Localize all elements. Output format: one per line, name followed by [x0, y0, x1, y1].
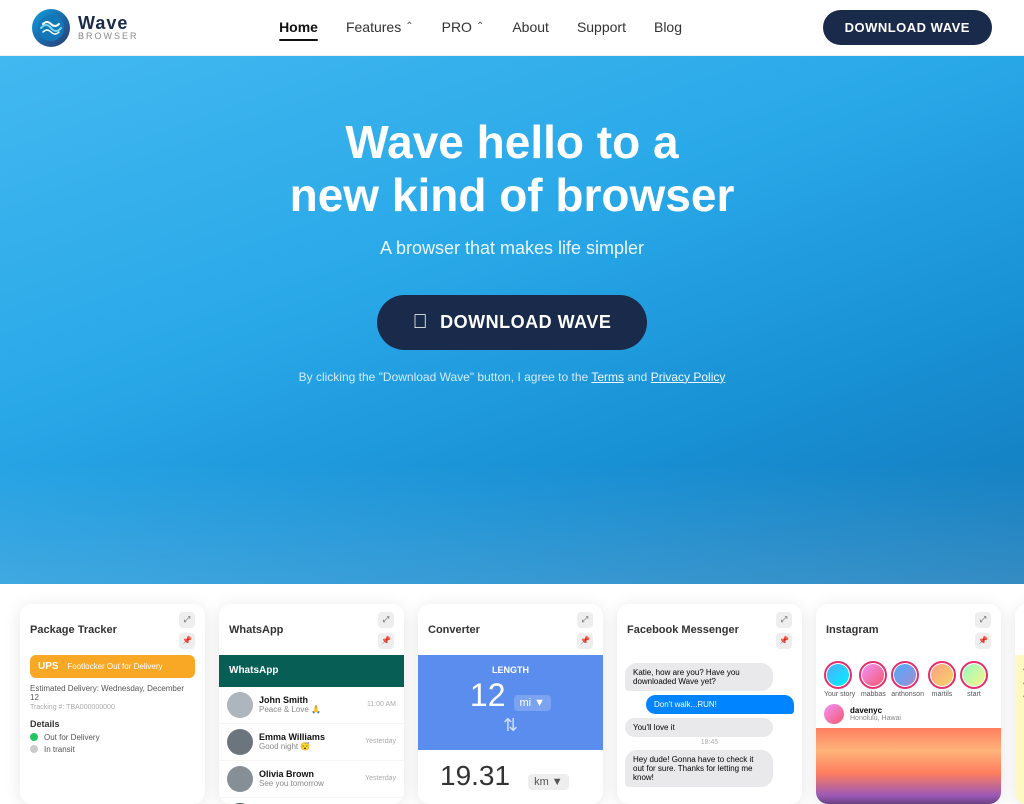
- ig-pin-icon[interactable]: 📌: [975, 633, 991, 649]
- conv-result-row: 19.31 km ▼: [418, 750, 603, 802]
- fb-bubble-2: Don't walk...RUN!: [646, 695, 794, 714]
- ig-location: Honolulu, Hawai: [850, 715, 901, 722]
- ig-stories-row: Your story mabbas anthonson martils star…: [816, 655, 1001, 704]
- pkg-ups-badge: UPS Footlocker Out for Delivery: [30, 655, 195, 678]
- hero-heading: Wave hello to a new kind of browser: [212, 116, 812, 222]
- nav-download-button[interactable]: DOWNLOAD WAVE: [823, 10, 992, 45]
- fb-bubble-3: You'll love it: [625, 718, 773, 737]
- package-tracker-card: Package Tracker ⤢ 📌 UPS Footlocker Out f…: [20, 604, 205, 804]
- pkg-pin-icon[interactable]: 📌: [179, 633, 195, 649]
- hero-subtitle: A browser that makes life simpler: [20, 238, 1004, 259]
- conv-body: LENGTH 12 mi ▼ ⇅: [418, 655, 603, 750]
- card-title-wa: WhatsApp: [229, 624, 283, 636]
- ig-story-3[interactable]: martils: [928, 661, 956, 698]
- wa-app-header: WhatsApp: [219, 655, 404, 687]
- card-header-wa: WhatsApp ⤢ 📌: [219, 604, 404, 655]
- fb-pin-icon[interactable]: 📌: [776, 633, 792, 649]
- ig-story-1[interactable]: mabbas: [859, 661, 887, 698]
- logo[interactable]: Wave BROWSER: [32, 9, 139, 47]
- conv-icon-group: ⤢ 📌: [577, 612, 593, 649]
- hero-legal-text: By clicking the "Download Wave" button, …: [20, 370, 1004, 384]
- nav-support[interactable]: Support: [577, 19, 626, 37]
- fb-chat-area: Katie, how are you? Have you downloaded …: [617, 655, 802, 795]
- nav-pro[interactable]: PRO ⌃: [442, 19, 485, 37]
- pkg-detail2: In transit: [30, 745, 195, 754]
- fb-bubble-4: Hey dude! Gonna have to check it out for…: [625, 750, 773, 787]
- wa-avatar-2: [227, 729, 253, 755]
- wa-avatar-1: [227, 692, 253, 718]
- wa-avatar-3: [227, 766, 253, 792]
- conv-unit-to[interactable]: km ▼: [528, 774, 569, 790]
- card-header-conv: Converter ⤢ 📌: [418, 604, 603, 655]
- brand-sub: BROWSER: [78, 32, 139, 41]
- pkg-detail2-dot: [30, 745, 38, 753]
- ig-post-image: [816, 728, 1001, 804]
- ig-story-4[interactable]: start: [960, 661, 988, 698]
- conv-unit-from[interactable]: mi ▼: [514, 695, 552, 711]
- ig-username: davenyc: [850, 706, 901, 715]
- ig-icon-group: ⤢ 📌: [975, 612, 991, 649]
- card-title-conv: Converter: [428, 624, 480, 636]
- instagram-card: Instagram ⤢ 📌 Your story mabbas anthonso…: [816, 604, 1001, 804]
- brand-name: Wave: [78, 14, 139, 32]
- logo-text: Wave BROWSER: [78, 14, 139, 41]
- card-header-fb: Facebook Messenger ⤢ 📌: [617, 604, 802, 655]
- pkg-detail1-dot: [30, 733, 38, 741]
- nav-links: Home Features ⌃ PRO ⌃ About Support Blog: [279, 19, 682, 37]
- pkg-status-badge: Footlocker Out for Delivery: [67, 662, 162, 671]
- navbar: Wave BROWSER Home Features ⌃ PRO ⌃ About…: [0, 0, 1024, 56]
- whatsapp-card: WhatsApp ⤢ 📌 WhatsApp John Smith Peace &…: [219, 604, 404, 804]
- notes-body: • Stop store r • Socc • Call office: [1015, 655, 1024, 804]
- card-header-ig: Instagram ⤢ 📌: [816, 604, 1001, 655]
- converter-card: Converter ⤢ 📌 LENGTH 12 mi ▼ ⇅ 19.31 km …: [418, 604, 603, 804]
- wa-msg-4[interactable]: Noah Garcia Image Yesterday: [219, 798, 404, 804]
- card-title-fb: Facebook Messenger: [627, 624, 739, 636]
- ig-post-header: davenyc Honolulu, Hawai: [816, 704, 1001, 728]
- pro-chevron-icon: ⌃: [476, 21, 484, 32]
- fb-bubble-1: Katie, how are you? Have you downloaded …: [625, 663, 773, 691]
- hero-section: Wave hello to a new kind of browser A br…: [0, 56, 1024, 584]
- facebook-messenger-card: Facebook Messenger ⤢ 📌 Katie, how are yo…: [617, 604, 802, 804]
- ig-post-avatar: [824, 704, 844, 724]
- fb-resize-icon[interactable]: ⤢: [776, 612, 792, 628]
- nav-blog[interactable]: Blog: [654, 19, 682, 37]
- card-header-pkg: Package Tracker ⤢ 📌: [20, 604, 205, 655]
- wa-msg-1[interactable]: John Smith Peace & Love 🙏 11:00 AM: [219, 687, 404, 724]
- nav-features[interactable]: Features ⌃: [346, 19, 414, 37]
- wa-icon-group: ⤢ 📌: [378, 612, 394, 649]
- features-chevron-icon: ⌃: [405, 21, 413, 32]
- pkg-details-label: Details Out for Delivery In transit: [20, 715, 205, 758]
- nav-about[interactable]: About: [512, 19, 549, 37]
- apple-icon: : [413, 311, 429, 334]
- pkg-resize-icon[interactable]: ⤢: [179, 612, 195, 628]
- wa-msg-2[interactable]: Emma Williams Good night 😴 Yesterday: [219, 724, 404, 761]
- notes-card: Notes & R ⤢ 📌 • Stop store r • Socc • Ca…: [1015, 604, 1024, 804]
- pkg-icon-group: ⤢ 📌: [179, 612, 195, 649]
- fb-icon-group: ⤢ 📌: [776, 612, 792, 649]
- wa-msg-3[interactable]: Olivia Brown See you tomorrow Yesterday: [219, 761, 404, 798]
- pkg-detail1: Out for Delivery: [30, 733, 195, 742]
- card-title-ig: Instagram: [826, 624, 879, 636]
- wa-pin-icon[interactable]: 📌: [378, 633, 394, 649]
- nav-home[interactable]: Home: [279, 19, 318, 37]
- ig-story-2[interactable]: anthonson: [891, 661, 924, 698]
- ig-resize-icon[interactable]: ⤢: [975, 612, 991, 628]
- card-header-notes: Notes & R ⤢ 📌: [1015, 604, 1024, 655]
- hero-download-button[interactable]:  DOWNLOAD WAVE: [377, 295, 648, 350]
- logo-icon: [32, 9, 70, 47]
- ig-story-0[interactable]: Your story: [824, 661, 855, 698]
- fb-time-1: 18:45: [617, 739, 802, 746]
- wa-header-label: WhatsApp: [229, 665, 278, 676]
- privacy-link[interactable]: Privacy Policy: [651, 370, 726, 384]
- conv-resize-icon[interactable]: ⤢: [577, 612, 593, 628]
- conv-pin-icon[interactable]: 📌: [577, 633, 593, 649]
- terms-link[interactable]: Terms: [591, 370, 624, 384]
- cards-strip: Package Tracker ⤢ 📌 UPS Footlocker Out f…: [0, 584, 1024, 804]
- pkg-delivery-info: Estimated Delivery: Wednesday, December …: [20, 684, 205, 715]
- wa-resize-icon[interactable]: ⤢: [378, 612, 394, 628]
- card-title-pkg: Package Tracker: [30, 624, 117, 636]
